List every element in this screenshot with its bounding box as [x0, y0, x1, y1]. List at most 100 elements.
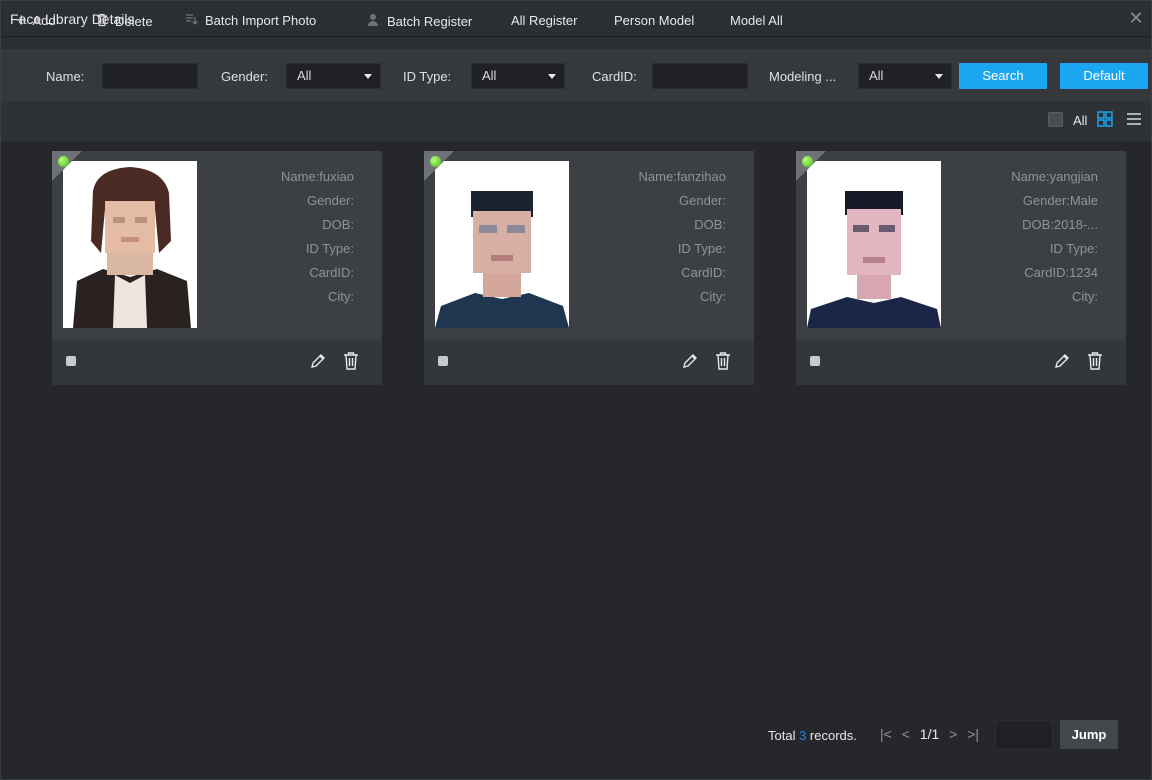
- card-info: Name:fuxiao Gender: DOB: ID Type: CardID…: [281, 165, 354, 309]
- face-photo: [807, 161, 941, 328]
- cardid-filter-label: CardID:: [592, 69, 637, 84]
- idtype-select[interactable]: All: [471, 63, 565, 89]
- default-button[interactable]: Default: [1060, 63, 1148, 89]
- pencil-icon[interactable]: [309, 352, 327, 370]
- chevron-down-icon: [364, 74, 372, 79]
- card-gender: Gender:: [307, 193, 354, 208]
- import-icon: [185, 13, 199, 28]
- card-idtype: ID Type:: [1049, 241, 1098, 256]
- select-all-label: All: [1073, 113, 1088, 128]
- card-select-checkbox[interactable]: [810, 356, 820, 366]
- delete-label: Delete: [115, 14, 153, 29]
- modeling-select-value: All: [869, 68, 884, 83]
- gender-select[interactable]: All: [286, 63, 381, 89]
- idtype-filter-label: ID Type:: [403, 69, 452, 84]
- last-page-icon[interactable]: >|: [967, 726, 979, 742]
- trash-icon[interactable]: [714, 351, 732, 371]
- card-name: Name:yangjian: [1011, 169, 1098, 184]
- batch-import-button[interactable]: Batch Import Photo: [185, 13, 316, 28]
- card-city: City:: [700, 289, 726, 304]
- trash-icon[interactable]: [1086, 351, 1104, 371]
- close-icon[interactable]: ✕: [1127, 9, 1145, 27]
- pager-total-prefix: Total: [768, 728, 800, 743]
- person-model-label: Person Model: [614, 13, 695, 28]
- pager-summary: Total 3 records.: [768, 728, 857, 743]
- delete-button[interactable]: Delete: [95, 13, 153, 30]
- model-all-label: Model All: [730, 13, 783, 28]
- next-page-icon[interactable]: >: [949, 726, 957, 742]
- online-status-icon: [430, 156, 441, 167]
- gender-select-value: All: [297, 68, 312, 83]
- model-all-button[interactable]: Model All: [730, 13, 783, 28]
- jump-button[interactable]: Jump: [1060, 720, 1118, 749]
- online-status-icon: [58, 156, 69, 167]
- card-info: Name:fanzihao Gender: DOB: ID Type: Card…: [639, 165, 726, 309]
- card-dob: DOB:: [694, 217, 726, 232]
- card-idtype: ID Type:: [305, 241, 354, 256]
- action-toolbar: [1, 101, 1151, 141]
- card-gender: Gender:: [679, 193, 726, 208]
- idtype-select-value: All: [482, 68, 497, 83]
- batch-register-button[interactable]: Batch Register: [367, 13, 472, 30]
- pager-total-suffix: records.: [806, 728, 857, 743]
- select-all-checkbox[interactable]: [1048, 112, 1063, 127]
- person-model-button[interactable]: Person Model: [614, 13, 694, 28]
- plus-icon: +: [16, 10, 27, 30]
- jump-page-input[interactable]: [995, 720, 1053, 749]
- add-label: Add: [32, 13, 56, 28]
- all-register-button[interactable]: All Register: [511, 13, 577, 28]
- all-register-label: All Register: [511, 13, 578, 28]
- card-dob: DOB:: [322, 217, 354, 232]
- face-card[interactable]: Name:fanzihao Gender: DOB: ID Type: Card…: [424, 151, 754, 385]
- card-city: City:: [328, 289, 354, 304]
- prev-page-icon[interactable]: <: [902, 726, 910, 742]
- grid-view-icon[interactable]: [1097, 111, 1113, 127]
- card-footer: [796, 341, 1126, 385]
- batch-register-label: Batch Register: [387, 14, 473, 29]
- name-filter-label: Name:: [46, 69, 85, 84]
- card-gender: Gender:Male: [1022, 193, 1098, 208]
- card-cardid: CardID:: [309, 265, 354, 280]
- add-button[interactable]: + Add: [16, 10, 56, 30]
- user-add-icon: [367, 13, 381, 30]
- name-filter-input[interactable]: [102, 63, 198, 89]
- card-name: Name:fanzihao: [638, 169, 726, 184]
- pencil-icon[interactable]: [1053, 352, 1071, 370]
- face-library-window: Face Library Details ✕ Name: Gender: All…: [0, 0, 1152, 780]
- face-photo: [63, 161, 197, 328]
- pager-page: 1/1: [919, 726, 940, 742]
- face-photo: [435, 161, 569, 328]
- card-city: City:: [1072, 289, 1098, 304]
- card-cardid: CardID:: [681, 265, 726, 280]
- card-corner: [52, 151, 82, 181]
- trash-icon[interactable]: [342, 351, 360, 371]
- card-select-checkbox[interactable]: [438, 356, 448, 366]
- online-status-icon: [802, 156, 813, 167]
- modeling-select[interactable]: All: [858, 63, 952, 89]
- modeling-filter-label: Modeling ...: [769, 69, 837, 84]
- card-corner: [796, 151, 826, 181]
- card-cardid: CardID:1234: [1024, 265, 1098, 280]
- search-button[interactable]: Search: [959, 63, 1047, 89]
- card-footer: [424, 341, 754, 385]
- list-view-icon[interactable]: [1126, 111, 1142, 127]
- face-card[interactable]: Name:yangjian Gender:Male DOB:2018-... I…: [796, 151, 1126, 385]
- card-dob: DOB:2018-...: [1022, 217, 1098, 232]
- chevron-down-icon: [548, 74, 556, 79]
- card-select-checkbox[interactable]: [66, 356, 76, 366]
- card-footer: [52, 341, 382, 385]
- chevron-down-icon: [935, 74, 943, 79]
- face-card[interactable]: Name:fuxiao Gender: DOB: ID Type: CardID…: [52, 151, 382, 385]
- first-page-icon[interactable]: |<: [880, 726, 892, 742]
- filter-bar: Name: Gender: All ID Type: All CardID: M…: [1, 49, 1151, 101]
- trash-icon: [95, 13, 109, 30]
- card-name: Name:fuxiao: [281, 169, 354, 184]
- pager-controls: |< < 1/1 > >|: [880, 726, 985, 742]
- card-corner: [424, 151, 454, 181]
- batch-import-label: Batch Import Photo: [205, 13, 317, 28]
- cardid-filter-input[interactable]: [652, 63, 748, 89]
- card-info: Name:yangjian Gender:Male DOB:2018-... I…: [1011, 165, 1098, 309]
- gender-filter-label: Gender:: [221, 69, 268, 84]
- card-idtype: ID Type:: [677, 241, 726, 256]
- pencil-icon[interactable]: [681, 352, 699, 370]
